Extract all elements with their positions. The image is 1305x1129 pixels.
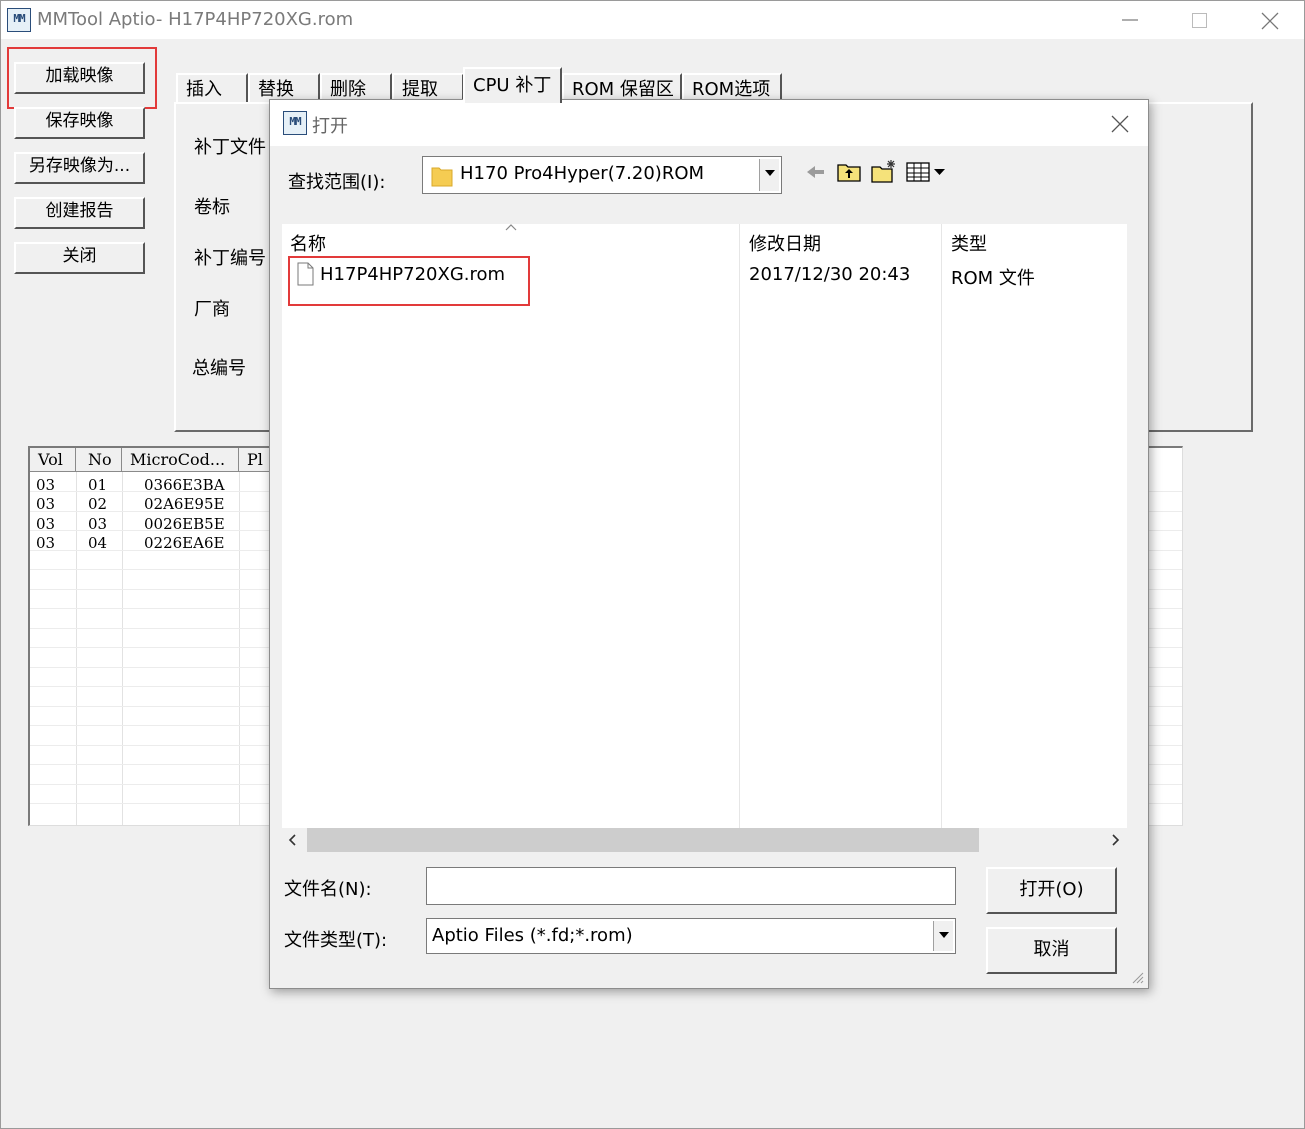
scroll-left-icon[interactable]	[286, 833, 300, 847]
close-window-button[interactable]	[1234, 1, 1304, 39]
look-in-dropdown[interactable]: H170 Pro4Hyper(7.20)ROM	[422, 156, 782, 194]
file-modified: 2017/12/30 20:43	[749, 264, 911, 285]
cell-vol: 03	[36, 515, 56, 533]
minimize-button[interactable]	[1094, 1, 1164, 39]
save-image-as-button[interactable]: 另存映像为...	[14, 152, 145, 184]
cell-microcode: 02A6E95E	[144, 495, 225, 513]
window-title: MMTool Aptio- H17P4HP720XG.rom	[37, 9, 354, 30]
column-header-modified[interactable]: 修改日期	[749, 230, 821, 256]
create-report-button[interactable]: 创建报告	[14, 197, 145, 229]
look-in-label: 查找范围(I):	[288, 172, 386, 193]
column-header-type[interactable]: 类型	[951, 230, 987, 256]
filename-label: 文件名(N):	[284, 879, 372, 900]
close-button[interactable]: 关闭	[14, 242, 145, 274]
dialog-app-icon: MM	[283, 111, 307, 135]
dialog-title-bar: MM 打开	[270, 100, 1148, 146]
chevron-down-icon	[759, 159, 779, 191]
sort-ascending-icon	[505, 224, 517, 231]
cell-no: 04	[88, 534, 108, 552]
dialog-close-icon[interactable]	[1108, 112, 1132, 136]
folder-icon	[431, 167, 453, 187]
horizontal-scrollbar[interactable]	[282, 828, 1127, 852]
cell-vol: 03	[36, 534, 56, 552]
cell-microcode: 0026EB5E	[144, 515, 225, 533]
save-image-button[interactable]: 保存映像	[14, 107, 145, 139]
patch-file-label: 补丁文件	[194, 137, 266, 158]
cell-microcode: 0366E3BA	[144, 476, 225, 494]
cell-no: 02	[88, 495, 108, 513]
filetype-dropdown[interactable]: Aptio Files (*.fd;*.rom)	[426, 918, 956, 954]
resize-grip-icon[interactable]	[1128, 968, 1144, 984]
scroll-right-icon[interactable]	[1108, 833, 1122, 847]
close-icon	[1261, 12, 1279, 30]
up-folder-icon[interactable]	[835, 158, 863, 186]
column-header-vol[interactable]: Vol	[30, 448, 76, 472]
cell-no: 01	[88, 476, 108, 494]
open-button[interactable]: 打开(O)	[986, 867, 1117, 914]
title-bar: MM MMTool Aptio- H17P4HP720XG.rom	[1, 1, 1304, 39]
filetype-value: Aptio Files (*.fd;*.rom)	[432, 925, 633, 946]
chevron-down-icon	[933, 921, 953, 951]
vendor-label: 厂商	[194, 299, 230, 320]
tab-cpu-patch[interactable]: CPU 补丁	[463, 67, 562, 103]
open-file-dialog: MM 打开 查找范围(I): H170 Pro4Hyper(7.20)ROM 名…	[269, 99, 1149, 989]
highlight-box	[288, 256, 530, 306]
file-list[interactable]: 名称 修改日期 类型 H17P4HP720XG.rom 2017/12/30 2…	[282, 224, 1127, 828]
tab-insert[interactable]: 插入	[176, 73, 248, 103]
cell-vol: 03	[36, 495, 56, 513]
highlight-box	[7, 47, 157, 109]
volume-label: 卷标	[194, 197, 230, 218]
new-folder-icon[interactable]	[870, 158, 898, 186]
patch-number-label: 补丁编号	[194, 248, 266, 269]
column-header-no[interactable]: No	[76, 448, 122, 472]
dialog-title: 打开	[312, 116, 348, 137]
filetype-label: 文件类型(T):	[284, 930, 388, 951]
cancel-button[interactable]: 取消	[986, 927, 1117, 974]
cell-no: 03	[88, 515, 108, 533]
file-type: ROM 文件	[951, 268, 1035, 289]
column-header-name[interactable]: 名称	[290, 230, 326, 256]
filename-input[interactable]	[426, 867, 956, 905]
cell-microcode: 0226EA6E	[144, 534, 225, 552]
look-in-value: H170 Pro4Hyper(7.20)ROM	[460, 163, 705, 184]
total-number-label: 总编号	[192, 358, 246, 379]
maximize-icon	[1192, 13, 1207, 28]
scroll-thumb[interactable]	[307, 828, 979, 852]
view-menu-icon[interactable]	[905, 158, 951, 186]
cell-vol: 03	[36, 476, 56, 494]
back-arrow-icon[interactable]	[802, 158, 830, 186]
column-header-microcode[interactable]: MicroCod...	[122, 448, 239, 472]
minimize-icon	[1122, 19, 1138, 21]
maximize-button[interactable]	[1164, 1, 1234, 39]
app-logo-icon: MM	[7, 8, 31, 32]
